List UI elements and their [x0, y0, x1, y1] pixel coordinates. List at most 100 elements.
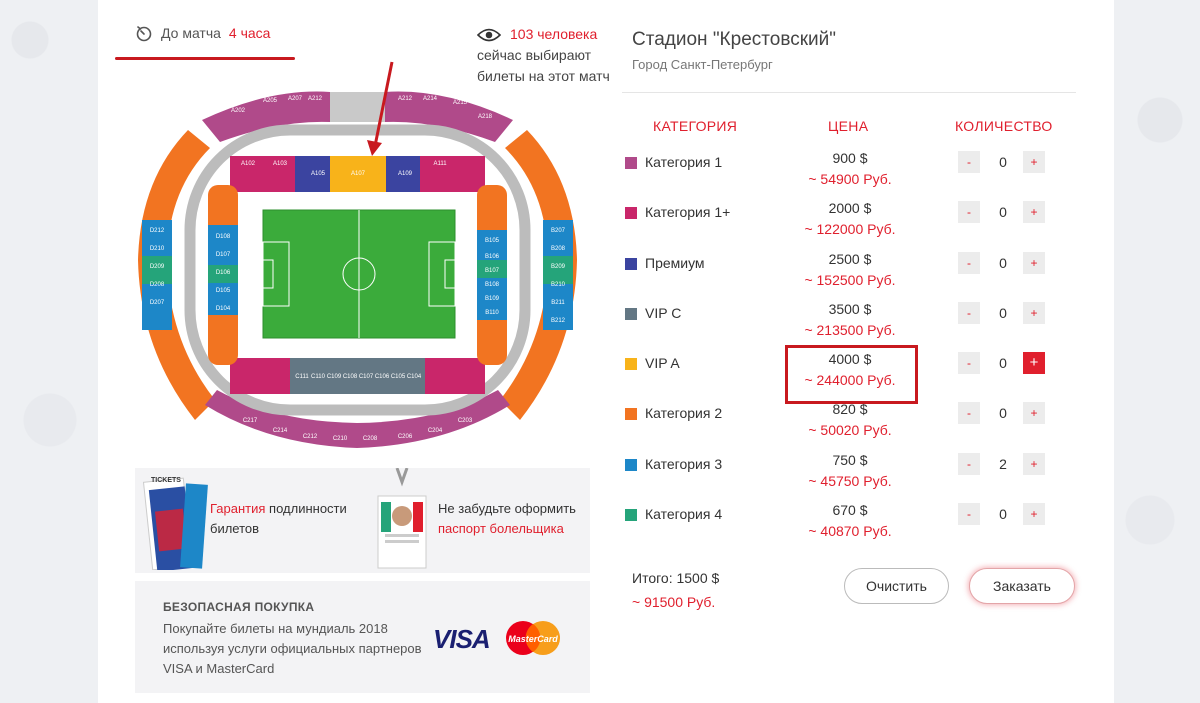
sector-top-gray[interactable]	[330, 92, 385, 122]
sector-label: B109	[485, 296, 500, 302]
price-highlight-annotation	[785, 345, 918, 404]
decrease-quantity-button[interactable]: -	[958, 201, 980, 223]
increase-quantity-button[interactable]: +	[1023, 503, 1045, 525]
category-color-swatch	[625, 207, 637, 219]
decrease-quantity-button[interactable]: -	[958, 302, 980, 324]
secure-description: Покупайте билеты на мундиаль 2018 исполь…	[163, 619, 433, 679]
stadium-city: Город Санкт-Петербург	[632, 57, 773, 72]
secure-purchase-banner: БЕЗОПАСНАЯ ПОКУПКА Покупайте билеты на м…	[135, 581, 590, 693]
increase-quantity-button[interactable]: +	[1023, 402, 1045, 424]
sector-label: D207	[150, 300, 165, 306]
category-row: Категория 3 750 $ ~ 45750 Руб. - 2 +	[625, 452, 1075, 502]
sector-label: C111	[295, 374, 309, 380]
sector-label: B208	[551, 246, 566, 252]
sector-label: B108	[485, 282, 500, 288]
increase-quantity-button[interactable]: +	[1023, 302, 1045, 324]
order-button[interactable]: Заказать	[969, 568, 1075, 604]
sector-label: C217	[243, 418, 258, 424]
decrease-quantity-button[interactable]: -	[958, 151, 980, 173]
sector-group-right-b[interactable]	[543, 220, 573, 330]
quantity-value: 0	[999, 204, 1007, 220]
sector-label: B107	[485, 268, 500, 274]
category-color-swatch	[625, 408, 637, 420]
passport-line1: Не забудьте оформить	[438, 501, 576, 516]
category-color-swatch	[625, 509, 637, 521]
increase-quantity-button[interactable]: +	[1023, 201, 1045, 223]
total-rub: ~ 91500 Руб.	[632, 594, 716, 610]
category-name: Категория 1+	[645, 204, 731, 220]
guarantee-line2: билетов	[210, 521, 260, 536]
price-rub: ~ 122000 Руб.	[804, 221, 896, 237]
sector-label: B209	[551, 264, 566, 270]
sector-label: D208	[150, 282, 165, 288]
column-header-quantity: КОЛИЧЕСТВО	[955, 118, 1053, 134]
decrease-quantity-button[interactable]: -	[958, 402, 980, 424]
category-name: Категория 1	[645, 154, 723, 170]
stopwatch-icon	[136, 26, 152, 42]
category-name: Премиум	[645, 255, 705, 271]
decrease-quantity-button[interactable]: -	[958, 252, 980, 274]
sector-label: B105	[485, 238, 500, 244]
column-header-category: КАТЕГОРИЯ	[653, 118, 738, 134]
decrease-quantity-button[interactable]: -	[958, 453, 980, 475]
category-color-swatch	[625, 157, 637, 169]
sector-label: B212	[551, 318, 566, 324]
quantity-value: 0	[999, 154, 1007, 170]
guarantee-rest: подлинности	[265, 501, 347, 516]
visa-logo: VISA	[433, 624, 491, 654]
price-usd: 900 $	[832, 150, 868, 166]
increase-quantity-button[interactable]: +	[1023, 151, 1045, 173]
clear-button[interactable]: Очистить	[844, 568, 949, 604]
sector-label: D107	[216, 252, 231, 258]
secure-line1: Покупайте билеты на мундиаль 2018	[163, 621, 388, 636]
sector-label: C204	[428, 428, 443, 434]
sector-label: C106	[375, 374, 390, 380]
price-usd: 2000 $	[828, 200, 872, 216]
secure-line2: используя услуги официальных партнеров	[163, 641, 422, 656]
viewers-count: 103 человека	[510, 26, 598, 42]
price-usd: 2500 $	[828, 251, 872, 267]
sector-group-left-d[interactable]	[142, 220, 172, 330]
sector-label: C105	[391, 374, 406, 380]
sector-label: A205	[263, 98, 278, 104]
quantity-value: 2	[999, 456, 1007, 472]
category-row: Категория 4 670 $ ~ 40870 Руб. - 0 +	[625, 502, 1075, 552]
info-banner: TICKETS Гарантия подлинности билетов Не …	[135, 468, 590, 573]
category-name: VIP A	[645, 355, 680, 371]
tickets-word: TICKETS	[151, 477, 181, 484]
sector-label: A111	[433, 161, 447, 167]
price-rub: ~ 40870 Руб.	[808, 523, 892, 539]
sector-label: D108	[216, 234, 231, 240]
increase-quantity-button[interactable]: +	[1023, 252, 1045, 274]
sector-label: B106	[485, 254, 500, 260]
price-usd: 670 $	[832, 502, 868, 518]
price-rub: ~ 152500 Руб.	[804, 272, 896, 288]
sector-label: A212	[308, 96, 323, 102]
increase-quantity-button[interactable]: +	[1023, 352, 1045, 374]
passport-line2[interactable]: паспорт болельщика	[438, 521, 564, 536]
sector-label: B211	[551, 300, 565, 306]
guarantee-text: Гарантия подлинности билетов	[210, 499, 347, 539]
decrease-quantity-button[interactable]: -	[958, 352, 980, 374]
price-rub: ~ 54900 Руб.	[808, 171, 892, 187]
sector-label: A103	[273, 161, 288, 167]
price-usd: 750 $	[832, 452, 868, 468]
sector-label: C107	[359, 374, 374, 380]
timer-label: До матча	[161, 25, 221, 41]
sector-label: C210	[333, 436, 348, 442]
sector-label: D106	[216, 270, 231, 276]
passport-text: Не забудьте оформить паспорт болельщика	[438, 499, 576, 539]
sector-label: C109	[327, 374, 342, 380]
sector-label: D210	[150, 246, 165, 252]
price-usd: 3500 $	[828, 301, 872, 317]
quantity-value: 0	[999, 355, 1007, 371]
sector-label: C212	[303, 434, 318, 440]
sector-label: A212	[398, 96, 413, 102]
category-name: Категория 2	[645, 405, 723, 421]
category-color-swatch	[625, 258, 637, 270]
quantity-value: 0	[999, 305, 1007, 321]
sector-label: A202	[231, 108, 246, 114]
increase-quantity-button[interactable]: +	[1023, 453, 1045, 475]
stadium-map[interactable]: A202 A205 A207 A212 A212 A214 A215 A218 …	[120, 60, 595, 460]
decrease-quantity-button[interactable]: -	[958, 503, 980, 525]
